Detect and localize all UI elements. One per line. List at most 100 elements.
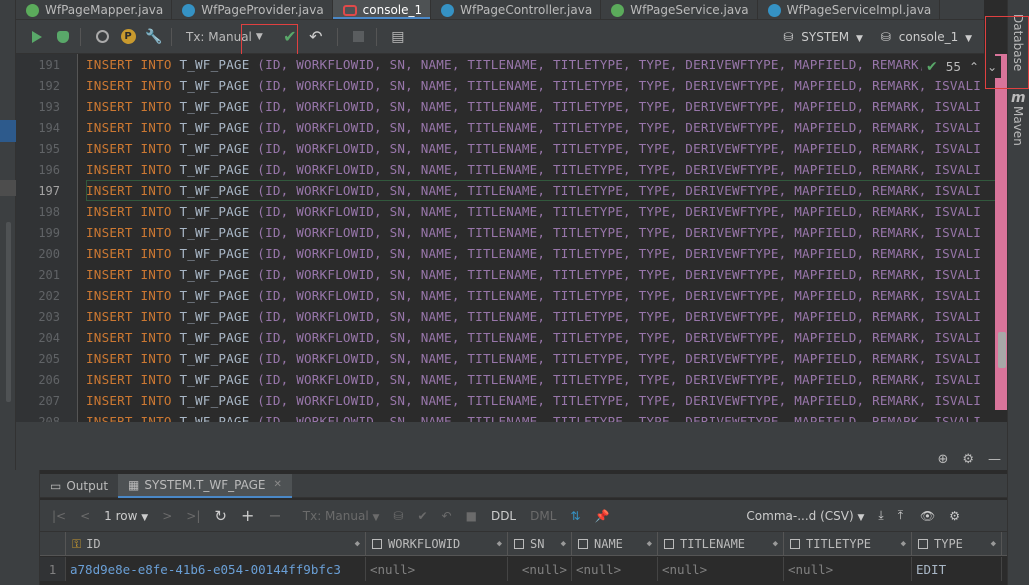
commit-button[interactable]: ✔ — [417, 509, 427, 523]
close-icon[interactable]: ✕ — [273, 479, 281, 490]
cell-titlename[interactable]: <null> — [658, 557, 784, 581]
download-icon[interactable]: ⤓ — [878, 508, 883, 523]
db-icon[interactable]: ⛁ — [393, 509, 403, 523]
code-line[interactable]: 191 INSERT INTO T_WF_PAGE (ID, WORKFLOWID… — [16, 54, 996, 75]
stop-button[interactable]: ■ — [466, 509, 477, 523]
cell-workflowid[interactable]: <null> — [366, 557, 508, 581]
column-name: TITLETYPE — [806, 537, 872, 551]
left-strip-scroll[interactable] — [6, 222, 11, 402]
previous-occurrence-button[interactable]: ⌃ — [969, 60, 979, 74]
rollback-button[interactable]: ↶ — [442, 509, 452, 523]
tab-wfpagecontroller[interactable]: WfPageController.java — [431, 0, 602, 19]
code-line[interactable]: 197 INSERT INTO T_WF_PAGE (ID, WORKFLOWID… — [16, 180, 996, 201]
next-page-button[interactable]: > — [162, 509, 172, 523]
code-line[interactable]: 204 INSERT INTO T_WF_PAGE (ID, WORKFLOWID… — [16, 327, 996, 348]
keyword-into: INTO — [140, 204, 172, 219]
code-line[interactable]: 200 INSERT INTO T_WF_PAGE (ID, WORKFLOWID… — [16, 243, 996, 264]
column-header-titlename[interactable]: TITLENAME ◆ — [658, 532, 784, 556]
cell-name[interactable]: <null> — [572, 557, 658, 581]
column-header-name[interactable]: NAME ◆ — [572, 532, 658, 556]
code-line[interactable]: 206 INSERT INTO T_WF_PAGE (ID, WORKFLOWID… — [16, 369, 996, 390]
tx-mode-dropdown[interactable]: Tx: Manual ▼ — [303, 509, 380, 523]
export-format-label: Comma-...d (CSV) — [746, 508, 854, 523]
refresh-button[interactable]: ↻ — [214, 507, 227, 525]
keyword-insert: INSERT — [86, 330, 133, 345]
upload-icon[interactable]: ⤒ — [898, 508, 903, 523]
editor-scrollbar-thumb[interactable] — [998, 332, 1006, 368]
code-line[interactable]: 193 INSERT INTO T_WF_PAGE (ID, WORKFLOWID… — [16, 96, 996, 117]
add-row-button[interactable]: + — [241, 506, 254, 525]
tab-output[interactable]: ▭ Output — [40, 474, 118, 498]
code-line[interactable]: 207 INSERT INTO T_WF_PAGE (ID, WORKFLOWID… — [16, 390, 996, 411]
settings-button[interactable]: 🔧 — [143, 26, 165, 48]
sort-icon[interactable]: ◆ — [773, 539, 778, 549]
tab-result-table[interactable]: ▦ SYSTEM.T_WF_PAGE ✕ — [118, 473, 292, 498]
code-line[interactable]: 195 INSERT INTO T_WF_PAGE (ID, WORKFLOWID… — [16, 138, 996, 159]
eye-icon[interactable]: 👁 — [920, 509, 935, 523]
sql-statement: INSERT INTO T_WF_PAGE (ID, WORKFLOWID, S… — [86, 99, 981, 114]
schema-dropdown[interactable]: ⛁ SYSTEM ▼ — [783, 30, 862, 44]
console-dropdown[interactable]: ⛁ console_1 ▼ — [881, 30, 972, 44]
results-view-button[interactable]: ▤ — [387, 26, 409, 48]
cell-type[interactable]: EDIT — [912, 557, 1002, 581]
cell-sn[interactable]: <null> — [508, 557, 572, 581]
code-line[interactable]: 198 INSERT INTO T_WF_PAGE (ID, WORKFLOWID… — [16, 201, 996, 222]
history-button[interactable] — [91, 26, 113, 48]
code-line[interactable]: 202 INSERT INTO T_WF_PAGE (ID, WORKFLOWID… — [16, 285, 996, 306]
page-size-dropdown[interactable]: 1 row ▼ — [104, 509, 148, 523]
code-line[interactable]: 192 INSERT INTO T_WF_PAGE (ID, WORKFLOWID… — [16, 75, 996, 96]
sort-icon[interactable]: ◆ — [901, 539, 906, 549]
maven-tool-button[interactable]: Maven — [1011, 106, 1025, 146]
dml-button[interactable]: DML — [530, 509, 556, 523]
tab-wfpageserviceimpl[interactable]: WfPageServiceImpl.java — [758, 0, 941, 19]
gear-icon[interactable]: ⚙ — [949, 509, 960, 523]
sql-editor[interactable]: 191 INSERT INTO T_WF_PAGE (ID, WORKFLOWID… — [16, 54, 996, 422]
tab-label: WfPageController.java — [460, 3, 593, 17]
code-line[interactable]: 208 INSERT INTO T_WF_PAGE (ID, WORKFLOWID… — [16, 411, 996, 422]
sort-icon[interactable]: ◆ — [647, 539, 652, 549]
tab-console-1[interactable]: console_1 — [332, 0, 432, 19]
sort-icon[interactable]: ◆ — [991, 539, 996, 549]
code-line[interactable]: 196 INSERT INTO T_WF_PAGE (ID, WORKFLOWID… — [16, 159, 996, 180]
execute-button[interactable] — [26, 26, 48, 48]
pin-icon[interactable]: 📌 — [594, 509, 609, 523]
sort-icon[interactable]: ◆ — [561, 539, 566, 549]
gear-icon[interactable]: ⚙ — [962, 452, 974, 467]
delete-row-button[interactable]: − — [268, 506, 281, 525]
cell-id[interactable]: a78d9e8e-e8fe-41b6-e054-00144ff9bfc3 — [66, 557, 366, 581]
sort-icon[interactable]: ◆ — [355, 539, 360, 549]
column-header-type[interactable]: TYPE ◆ — [912, 532, 1002, 556]
tab-wfpageprovider[interactable]: WfPageProvider.java — [172, 0, 333, 19]
cancel-button[interactable] — [348, 26, 370, 48]
column-header-sn[interactable]: SN ◆ — [508, 532, 572, 556]
debug-button[interactable] — [52, 26, 74, 48]
code-line[interactable]: 205 INSERT INTO T_WF_PAGE (ID, WORKFLOWID… — [16, 348, 996, 369]
column-header-titletype[interactable]: TITLETYPE ◆ — [784, 532, 912, 556]
code-line[interactable]: 203 INSERT INTO T_WF_PAGE (ID, WORKFLOWID… — [16, 306, 996, 327]
column-header-workflowid[interactable]: WORKFLOWID ◆ — [366, 532, 508, 556]
code-line[interactable]: 201 INSERT INTO T_WF_PAGE (ID, WORKFLOWID… — [16, 264, 996, 285]
previous-page-button[interactable]: < — [80, 509, 90, 523]
column-name: SN — [530, 537, 545, 551]
ddl-button[interactable]: DDL — [491, 509, 516, 523]
target-icon[interactable]: ⊕ — [937, 452, 948, 467]
sort-icon[interactable]: ◆ — [497, 539, 502, 549]
column-header-id[interactable]: ⚿ ID ◆ — [66, 532, 366, 556]
code-line[interactable]: 199 INSERT INTO T_WF_PAGE (ID, WORKFLOWID… — [16, 222, 996, 243]
toolbar-separator — [80, 27, 81, 46]
compare-icon[interactable]: ⇅ — [570, 509, 580, 523]
toolbar-separator — [336, 27, 338, 46]
profile-button[interactable]: P — [117, 26, 139, 48]
rollback-button[interactable]: ↶ — [305, 26, 327, 48]
last-page-button[interactable]: >| — [186, 509, 200, 523]
export-format-dropdown[interactable]: Comma-...d (CSV) ▼ — [746, 509, 864, 523]
table-row[interactable]: 1 a78d9e8e-e8fe-41b6-e054-00144ff9bfc3 <… — [40, 557, 1007, 581]
first-page-button[interactable]: |< — [52, 509, 66, 523]
code-line[interactable]: 194 INSERT INTO T_WF_PAGE (ID, WORKFLOWID… — [16, 117, 996, 138]
result-grid[interactable]: ⚿ ID ◆ WORKFLOWID ◆ SN ◆ NAME ◆ TITLENAM… — [40, 532, 1007, 585]
tab-wfpageservice[interactable]: WfPageService.java — [601, 0, 758, 19]
minimize-icon[interactable]: — — [988, 452, 1001, 467]
tab-wfpagemapper[interactable]: WfPageMapper.java — [16, 0, 173, 19]
cell-titletype[interactable]: <null> — [784, 557, 912, 581]
sql-statement: INSERT INTO T_WF_PAGE (ID, WORKFLOWID, S… — [86, 414, 981, 422]
